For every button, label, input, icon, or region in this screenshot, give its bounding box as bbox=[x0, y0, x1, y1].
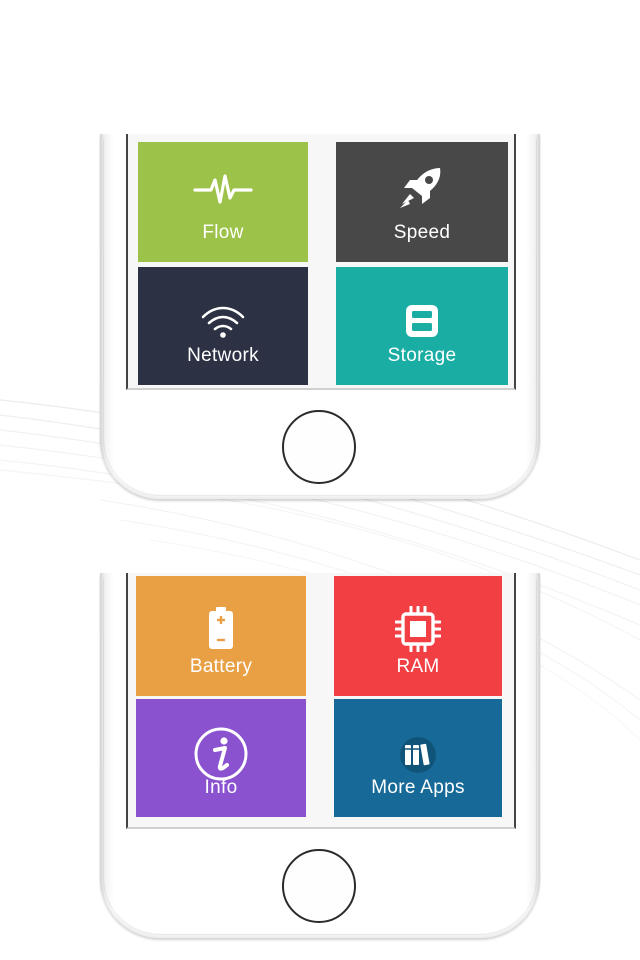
tile-storage[interactable]: Storage bbox=[336, 267, 508, 385]
tile-flow-label: Flow bbox=[202, 222, 244, 243]
tile-more-apps[interactable]: More Apps bbox=[334, 699, 502, 817]
phone-screen: Battery RAM Info More Apps bbox=[126, 573, 516, 829]
phone-mockup-top: Flow Speed Network Storage bbox=[100, 134, 540, 499]
phone-screen: Flow Speed Network Storage bbox=[126, 134, 516, 390]
battery-icon bbox=[209, 607, 233, 649]
books-icon bbox=[400, 737, 436, 773]
chip-icon bbox=[395, 606, 441, 652]
home-button[interactable] bbox=[282, 849, 356, 923]
tile-network-label: Network bbox=[187, 345, 259, 366]
tile-network[interactable]: Network bbox=[138, 267, 308, 385]
tile-ram[interactable]: RAM bbox=[334, 576, 502, 696]
tile-storage-label: Storage bbox=[387, 345, 457, 366]
pulse-icon bbox=[193, 174, 253, 204]
tile-info[interactable]: Info bbox=[136, 699, 306, 817]
home-button[interactable] bbox=[282, 410, 356, 484]
floppy-disk-icon bbox=[406, 305, 438, 337]
wifi-icon bbox=[201, 306, 245, 338]
tile-battery-label: Battery bbox=[189, 656, 253, 677]
tile-speed-label: Speed bbox=[393, 222, 451, 243]
tile-battery[interactable]: Battery bbox=[136, 576, 306, 696]
phone-mockup-bottom: Battery RAM Info More Apps bbox=[100, 573, 540, 938]
tile-flow[interactable]: Flow bbox=[138, 142, 308, 262]
tile-more-apps-label: More Apps bbox=[371, 777, 465, 798]
info-icon bbox=[194, 727, 248, 781]
tile-ram-label: RAM bbox=[396, 656, 440, 677]
rocket-icon bbox=[400, 168, 441, 208]
tile-speed[interactable]: Speed bbox=[336, 142, 508, 262]
